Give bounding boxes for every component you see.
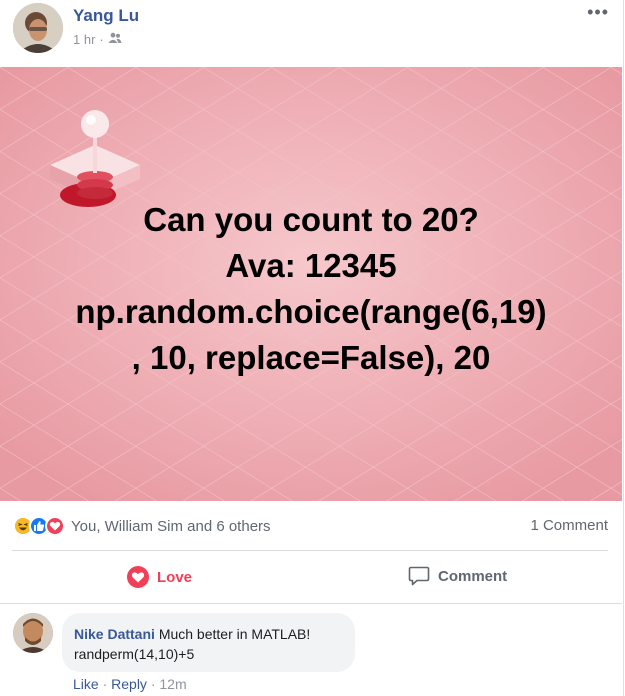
more-options-icon[interactable]: ••• [587, 3, 609, 21]
friends-icon[interactable] [108, 32, 122, 47]
love-icon [127, 566, 149, 588]
comment-label: Comment [438, 567, 508, 585]
caption-line-2: Ava: 12345 [225, 247, 397, 284]
reactions-summary[interactable]: You, William Sim and 6 others [13, 514, 271, 538]
comment-actions: Like · Reply · 12m [73, 676, 187, 692]
comment-bubble: Nike Dattani Much better in MATLAB! rand… [62, 613, 355, 672]
love-label: Love [157, 568, 193, 586]
post-time[interactable]: 1 hr [73, 32, 95, 47]
author-avatar[interactable] [13, 3, 63, 53]
separator: · [98, 676, 112, 692]
image-caption: Can you count to 20? Ava: 12345 np.rando… [0, 197, 622, 381]
reaction-names[interactable]: You, William Sim and 6 others [71, 518, 271, 535]
comment-like-link[interactable]: Like [73, 676, 99, 692]
commenter-avatar[interactable] [13, 613, 53, 653]
time-separator: · [99, 32, 104, 47]
post-header: Yang Lu 1 hr · ••• [0, 0, 625, 66]
divider [0, 603, 622, 604]
comment-text-line1: Much better in MATLAB! [158, 626, 311, 642]
caption-line-3: np.random.choice(range(6,19) [75, 293, 547, 330]
comment-count[interactable]: 1 Comment [530, 517, 608, 534]
author-name[interactable]: Yang Lu [73, 6, 139, 26]
comment-text-line2: randperm(14,10)+5 [74, 646, 195, 662]
post-meta: 1 hr · [73, 32, 122, 47]
separator: · [146, 676, 160, 692]
comment-time[interactable]: 12m [159, 676, 186, 692]
comment-button[interactable]: Comment [408, 566, 507, 586]
card-border [623, 0, 624, 696]
divider [12, 550, 608, 551]
love-button[interactable]: Love [127, 566, 192, 588]
caption-line-1: Can you count to 20? [143, 201, 479, 238]
caption-line-4: , 10, replace=False), 20 [131, 339, 491, 376]
comment-author[interactable]: Nike Dattani [74, 626, 155, 642]
comment-reply-link[interactable]: Reply [111, 676, 147, 692]
comment-icon [408, 566, 430, 586]
love-icon [45, 516, 65, 536]
post-image[interactable]: Can you count to 20? Ava: 12345 np.rando… [0, 67, 622, 501]
